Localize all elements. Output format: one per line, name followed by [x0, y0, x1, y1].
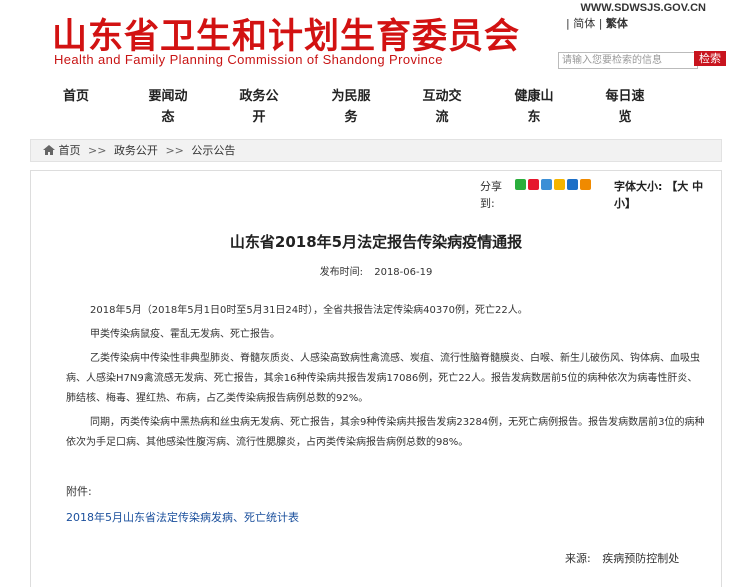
article-title: 山东省2018年5月法定报告传染病疫情通报	[229, 233, 523, 251]
font-size-control: 字体大小: 【大 中 小】	[614, 178, 719, 212]
article-container: 分享到: 字体大小: 【大 中 小】 山东省2018年5月法定报告传染病疫情通报…	[30, 170, 722, 587]
search-button[interactable]: 检索	[694, 51, 726, 66]
publish-date: 发布时间: 2018-06-19	[31, 263, 721, 278]
main-nav: 首页 要闻动 态 政务公 开 为民服 务 互动交 流 健康山 东 每日速 览	[30, 86, 720, 128]
breadcrumb-announcements[interactable]: 公示公告	[191, 144, 235, 157]
share-label: 分享到:	[480, 180, 502, 210]
nav-item-government-affairs[interactable]: 政务公 开	[227, 86, 291, 128]
publish-date-value: 2018-06-19	[374, 267, 433, 278]
site-header: 山东省卫生和计划生育委员会 Health and Family Planning…	[0, 0, 736, 86]
nav-item-label: 要闻动	[148, 89, 188, 104]
breadcrumb-government-affairs[interactable]: 政务公开	[114, 144, 158, 157]
nav-item-label: 为民服	[331, 89, 371, 104]
nav-item-healthy-shandong[interactable]: 健康山 东	[502, 86, 566, 128]
share-icons	[515, 179, 593, 198]
nav-item-label-line2: 务	[344, 110, 358, 125]
nav-item-label-line2: 开	[252, 110, 266, 125]
nav-item-label: 每日速	[605, 89, 645, 104]
nav-item-label: 互动交	[422, 89, 462, 104]
home-icon	[43, 145, 55, 155]
nav-item-public-service[interactable]: 为民服 务	[319, 86, 383, 128]
wechat-icon[interactable]	[515, 179, 526, 190]
breadcrumb: 首页 >> 政务公开 >> 公示公告	[30, 139, 722, 162]
site-url: WWW.SDWSJS.GOV.CN	[580, 2, 707, 14]
breadcrumb-separator: >>	[165, 144, 184, 157]
nav-item-label: 首页	[62, 89, 89, 104]
attachment-label: 附件:	[66, 485, 92, 498]
article-source: 来源: 疾病预防控制处	[565, 550, 679, 566]
font-size-label: 字体大小:	[614, 180, 663, 193]
language-switcher: | 简体 | 繁体	[566, 15, 628, 31]
font-size-small[interactable]: 小】	[614, 197, 636, 210]
article-body: 2018年5月（2018年5月1日0时至5月31日24时），全省共报告法定传染病…	[66, 301, 706, 457]
qzone-icon[interactable]	[554, 179, 565, 190]
nav-item-daily-brief[interactable]: 每日速 览	[593, 86, 657, 128]
lang-traditional-link[interactable]: 繁体	[606, 17, 628, 30]
nav-item-label-line2: 态	[161, 110, 175, 125]
breadcrumb-home[interactable]: 首页	[59, 144, 81, 157]
nav-item-news[interactable]: 要闻动 态	[136, 86, 200, 128]
more-icon[interactable]	[580, 179, 591, 190]
article-paragraph: 同期，丙类传染病中黑热病和丝虫病无发病、死亡报告，其余9种传染病共报告发病232…	[66, 417, 705, 448]
nav-item-home[interactable]: 首页	[44, 86, 108, 107]
lang-simplified-link[interactable]: 简体	[573, 17, 595, 30]
article-paragraph: 乙类传染病中传染性非典型肺炎、脊髓灰质炎、人感染高致病性禽流感、炭疽、流行性脑脊…	[66, 353, 700, 404]
lang-separator: |	[598, 17, 606, 30]
nav-item-label-line2: 东	[527, 110, 541, 125]
site-logo-english: Health and Family Planning Commission of…	[54, 52, 443, 67]
font-size-large[interactable]: 【大	[666, 180, 688, 193]
nav-item-label-line2: 览	[618, 110, 632, 125]
font-size-medium[interactable]: 中	[692, 180, 703, 193]
article-paragraph: 2018年5月（2018年5月1日0时至5月31日24时），全省共报告法定传染病…	[90, 305, 528, 316]
nav-item-interaction[interactable]: 互动交 流	[410, 86, 474, 128]
tencent-weibo-icon[interactable]	[541, 179, 552, 190]
weibo-icon[interactable]	[528, 179, 539, 190]
article-paragraph: 甲类传染病鼠疫、霍乱无发病、死亡报告。	[90, 329, 280, 340]
source-value: 疾病预防控制处	[602, 552, 680, 565]
publish-date-label: 发布时间:	[319, 267, 364, 278]
breadcrumb-separator: >>	[88, 144, 107, 157]
renren-icon[interactable]	[567, 179, 578, 190]
nav-item-label: 健康山	[514, 89, 554, 104]
search-input[interactable]: 请输入您要检索的信息	[558, 52, 698, 69]
attachment-link[interactable]: 2018年5月山东省法定传染病发病、死亡统计表	[66, 509, 299, 525]
source-label: 来源:	[565, 552, 591, 565]
nav-item-label-line2: 流	[435, 110, 449, 125]
nav-item-label: 政务公	[239, 89, 279, 104]
